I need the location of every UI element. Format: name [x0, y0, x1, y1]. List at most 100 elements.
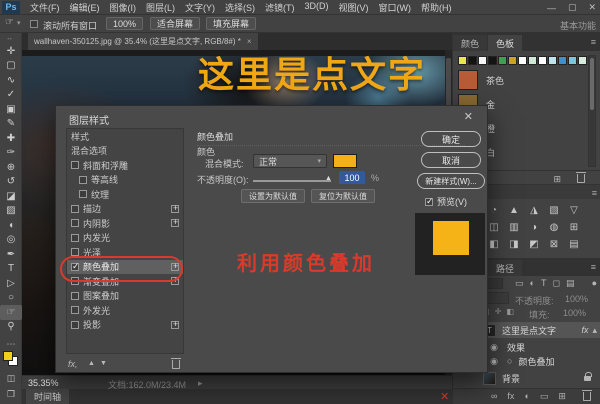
adjustment-icon[interactable]: ▥ [508, 221, 520, 233]
menu-item[interactable]: 3D(D) [305, 1, 329, 14]
heal-tool[interactable]: ✚ [0, 131, 22, 146]
adjustment-icon[interactable]: ⊞ [568, 221, 580, 233]
fill-value[interactable]: 100% [563, 308, 586, 318]
clone-stamp-tool[interactable]: ⊕ [0, 160, 22, 175]
menu-item[interactable]: 帮助(H) [421, 1, 452, 14]
add-instance-icon[interactable] [171, 205, 179, 213]
ok-button[interactable]: 确定 [421, 131, 481, 147]
color-swatch[interactable] [468, 56, 477, 65]
move-down-icon[interactable]: ▼ [100, 360, 107, 367]
adjustment-icon[interactable]: ⊠ [548, 238, 560, 250]
panel-tab[interactable]: 路径 [488, 260, 522, 276]
menu-item[interactable]: 选择(S) [225, 1, 255, 14]
pen-tool[interactable]: ✒ [0, 247, 22, 262]
overlay-color-swatch[interactable] [333, 154, 357, 168]
opacity-value-field[interactable]: 100 [339, 171, 365, 184]
layers-footer-icon[interactable]: ▭ [540, 391, 549, 402]
color-swatch[interactable] [548, 56, 557, 65]
make-default-button[interactable]: 设置为默认值 [241, 189, 305, 203]
opacity-slider[interactable] [253, 180, 331, 182]
eyedropper-tool[interactable]: ✎ [0, 117, 22, 132]
blend-mode-select[interactable]: 正常 ▾ [253, 154, 327, 168]
screen-mode-icon[interactable]: ❐ [0, 389, 22, 400]
add-instance-icon[interactable] [171, 321, 179, 329]
foreground-color-swatch[interactable] [3, 351, 13, 361]
shape-tool[interactable]: ○ [0, 291, 22, 306]
adjustment-icon[interactable]: ◧ [488, 238, 500, 250]
layer-name[interactable]: 这里是点文字 [502, 324, 556, 337]
menu-item[interactable]: 视图(V) [339, 1, 369, 14]
color-swatch[interactable] [458, 56, 467, 65]
move-tool[interactable]: ✛ [0, 44, 22, 59]
style-row[interactable]: 斜面和浮雕 [67, 158, 183, 173]
panel-menu-icon[interactable]: ≡ [591, 262, 596, 272]
panel-menu-icon[interactable]: ≡ [591, 37, 596, 47]
style-checkbox[interactable] [71, 321, 79, 329]
quick-select-tool[interactable]: ✓ [0, 88, 22, 103]
menu-item[interactable]: 窗口(W) [379, 1, 412, 14]
filter-toggle-icon[interactable]: ● [592, 278, 597, 288]
style-checkbox[interactable] [71, 234, 79, 242]
color-swatch[interactable] [568, 56, 577, 65]
style-checkbox[interactable] [71, 161, 79, 169]
collapse-effects-icon[interactable]: ▴ [592, 325, 597, 336]
move-up-icon[interactable]: ▲ [88, 360, 95, 367]
panel-menu-icon[interactable]: ≡ [592, 188, 597, 198]
history-brush-tool[interactable]: ↺ [0, 175, 22, 190]
adjustment-icon[interactable]: ◔ [488, 204, 500, 216]
add-instance-icon[interactable] [171, 219, 179, 227]
timeline-tab[interactable]: 时间轴 [26, 389, 69, 404]
marquee-tool[interactable]: ▢ [0, 59, 22, 74]
style-row[interactable]: 混合选项 [67, 144, 183, 159]
style-row[interactable]: 等高线 [67, 173, 183, 188]
menu-item[interactable]: 编辑(E) [70, 1, 100, 14]
maximize-icon[interactable]: ▢ [568, 2, 577, 13]
path-select-tool[interactable]: ▷ [0, 276, 22, 291]
delete-effect-icon[interactable] [172, 360, 180, 369]
menu-item[interactable]: 滤镜(T) [265, 1, 295, 14]
color-swatch[interactable] [498, 56, 507, 65]
eraser-tool[interactable]: ◪ [0, 189, 22, 204]
slider-thumb-icon[interactable]: ▲ [325, 175, 332, 182]
cancel-button[interactable]: 取消 [421, 152, 481, 168]
layer-name[interactable]: 背景 [502, 372, 520, 385]
document-tab[interactable]: wallhaven-350125.jpg @ 35.4% (这里是点文字, RG… [28, 33, 258, 50]
layers-footer-icon[interactable]: ◐ [524, 391, 529, 402]
adjustment-icon[interactable]: ▽ [568, 204, 580, 216]
effect-name[interactable]: 颜色叠加 [518, 355, 554, 368]
style-row[interactable]: 图案叠加 [67, 289, 183, 304]
quick-mask-icon[interactable]: ◫ [0, 373, 22, 384]
new-style-button[interactable]: 新建样式(W)... [417, 173, 485, 189]
lock-option-icon[interactable]: ◧ [506, 307, 514, 316]
filter-icon[interactable]: ▤ [566, 278, 575, 289]
hand-tool[interactable]: ☞ [0, 305, 22, 320]
visibility-eye-icon[interactable]: ◉ [487, 342, 501, 353]
brush-tool[interactable]: ✑ [0, 146, 22, 161]
zoom-level-field[interactable]: 35.35% [28, 378, 59, 388]
layers-footer-icon[interactable]: fx [507, 391, 514, 402]
scroll-all-windows-checkbox[interactable] [30, 20, 38, 28]
style-checkbox[interactable] [71, 205, 79, 213]
gradient-tool[interactable]: ▨ [0, 204, 22, 219]
style-row[interactable]: 纹理 [67, 187, 183, 202]
style-row[interactable]: 描边 [67, 202, 183, 217]
style-checkbox[interactable] [71, 219, 79, 227]
minimize-icon[interactable]: — [547, 3, 556, 13]
dialog-close-icon[interactable]: ✕ [464, 110, 473, 123]
status-options-arrow[interactable]: ▸ [198, 378, 203, 389]
color-swatch[interactable] [578, 56, 587, 65]
style-checkbox[interactable] [79, 190, 87, 198]
type-tool[interactable]: T [0, 262, 22, 277]
dodge-tool[interactable]: ◎ [0, 233, 22, 248]
adjustment-icon[interactable]: ◨ [508, 238, 520, 250]
layers-footer-icon[interactable]: ∞ [491, 391, 497, 402]
adjustment-icon[interactable]: ▲ [508, 204, 520, 216]
color-swatch[interactable] [508, 56, 517, 65]
panel-tab[interactable]: 颜色 [453, 35, 487, 51]
menu-item[interactable]: 图像(I) [110, 1, 137, 14]
style-checkbox[interactable] [71, 292, 79, 300]
color-swatch[interactable] [528, 56, 537, 65]
fill-screen-button[interactable]: 填充屏幕 [206, 17, 256, 30]
fx-badge[interactable]: fx [581, 325, 588, 335]
color-swatch[interactable] [538, 56, 547, 65]
